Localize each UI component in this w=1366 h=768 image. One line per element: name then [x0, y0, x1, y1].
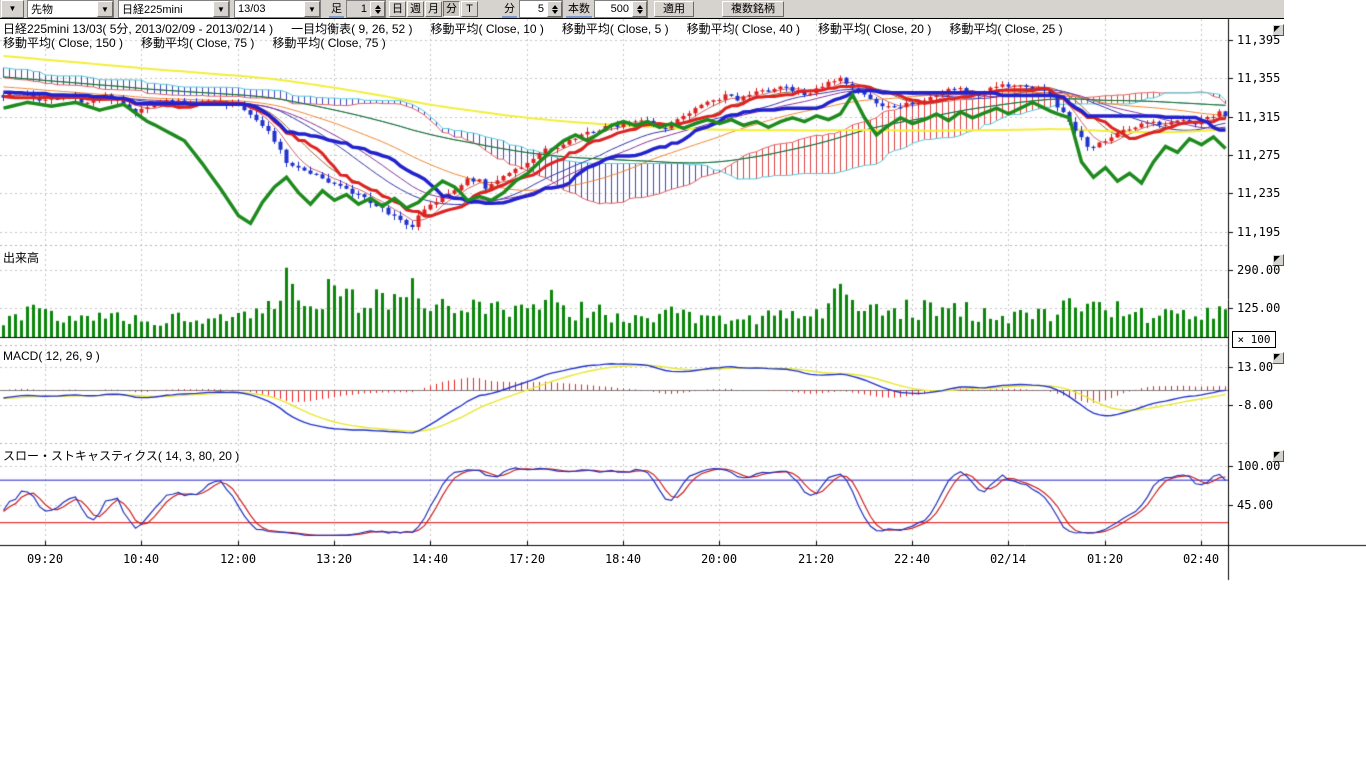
legend-item: 移動平均( Close, 40 ) [687, 20, 800, 37]
time-tick-label: 09:20 [23, 552, 67, 566]
legend-line-2: 移動平均( Close, 150 ) 移動平均( Close, 75 ) 移動平均(… [3, 34, 386, 51]
apply-button[interactable]: 適用 [654, 1, 694, 17]
period-button-0[interactable]: 日 [389, 1, 406, 17]
period-button-1[interactable]: 週 [407, 1, 424, 17]
time-tick-label: 17:20 [505, 552, 549, 566]
period-button-2[interactable]: 月 [425, 1, 442, 17]
macd-tick-label: -8.00 [1237, 398, 1307, 412]
price-tick-label: 11,315 [1237, 110, 1307, 124]
legend-item: 移動平均( Close, 20 ) [818, 20, 931, 37]
period-button-group: 日週月分T [389, 1, 478, 17]
legend-item: 移動平均( Close, 25 ) [949, 20, 1062, 37]
period-button-3[interactable]: 分 [443, 1, 460, 17]
spinner-icon[interactable] [370, 1, 385, 17]
period-button-4[interactable]: T [461, 1, 478, 17]
price-tick-label: 11,195 [1237, 225, 1307, 239]
stoch-tick-label: 45.00 [1237, 498, 1307, 512]
volume-panel-label: 出来高 [3, 249, 39, 266]
stoch-tick-label: 100.00 [1237, 459, 1307, 473]
legend-item: 移動平均( Close, 10 ) [431, 20, 544, 37]
chevron-down-icon[interactable]: ▼ [213, 1, 229, 17]
contract-month-combobox[interactable]: 13/03 ▼ [234, 0, 321, 18]
price-tick-label: 11,235 [1237, 186, 1307, 200]
product-combobox-value: 先物 [28, 1, 56, 17]
price-tick-label: 11,275 [1237, 148, 1307, 162]
time-tick-label: 12:00 [216, 552, 260, 566]
chevron-down-icon[interactable]: ▼ [1, 0, 24, 18]
contract-month-combobox-value: 13/03 [235, 3, 269, 15]
bar-count-value: 500 [608, 3, 632, 15]
time-tick-label: 22:40 [890, 552, 934, 566]
legend-item: 移動平均( Close, 75 ) [141, 34, 254, 51]
symbol-combobox-value: 日経225mini [119, 1, 186, 17]
chevron-down-icon[interactable]: ▼ [97, 1, 113, 17]
bar-interval-stepper[interactable]: 1 [346, 0, 386, 18]
chevron-down-icon[interactable]: ▼ [304, 1, 320, 17]
macd-panel-label: MACD( 12, 26, 9 ) [3, 349, 100, 363]
toolbar: ▼ 先物 ▼ 日経225mini ▼ 13/03 ▼ 足 1 日週月分T 分 5… [0, 0, 1284, 19]
symbol-combobox[interactable]: 日経225mini ▼ [118, 0, 230, 18]
spinner-icon[interactable] [547, 1, 562, 17]
bar-interval-value: 1 [358, 3, 370, 15]
product-combobox[interactable]: 先物 ▼ [27, 0, 114, 18]
chart-canvas [0, 0, 1366, 768]
price-tick-label: 11,355 [1237, 71, 1307, 85]
stochastics-panel-label: スロー・ストキャスティクス( 14, 3, 80, 20 ) [3, 447, 239, 464]
multi-symbol-button[interactable]: 複数銘柄 [722, 1, 784, 17]
volume-tick-label: 290.00 [1237, 263, 1307, 277]
time-tick-label: 18:40 [601, 552, 645, 566]
time-tick-label: 20:00 [697, 552, 741, 566]
time-tick-label: 14:40 [408, 552, 452, 566]
price-tick-label: 11,395 [1237, 33, 1307, 47]
bar-count-label: 本数 [566, 0, 592, 18]
bar-count-stepper[interactable]: 500 [594, 0, 648, 18]
minute-stepper[interactable]: 5 [519, 0, 563, 18]
legend-item: 移動平均( Close, 5 ) [562, 20, 669, 37]
legend-item: 移動平均( Close, 150 ) [3, 34, 123, 51]
minute-label: 分 [502, 0, 517, 18]
time-tick-label: 21:20 [794, 552, 838, 566]
time-tick-label: 13:20 [312, 552, 356, 566]
trading-app-window: ▼ 先物 ▼ 日経225mini ▼ 13/03 ▼ 足 1 日週月分T 分 5… [0, 0, 1366, 768]
legend-item: 移動平均( Close, 75 ) [272, 34, 385, 51]
spinner-icon[interactable] [632, 1, 647, 17]
time-tick-label: 01:20 [1083, 552, 1127, 566]
macd-tick-label: 13.00 [1237, 360, 1307, 374]
time-tick-label: 02/14 [986, 552, 1030, 566]
minute-value: 5 [535, 3, 547, 15]
bar-type-label: 足 [329, 0, 344, 18]
time-tick-label: 10:40 [119, 552, 163, 566]
volume-tick-label: 125.00 [1237, 301, 1307, 315]
volume-multiplier-badge: × 100 [1232, 331, 1276, 348]
time-tick-label: 02:40 [1179, 552, 1223, 566]
